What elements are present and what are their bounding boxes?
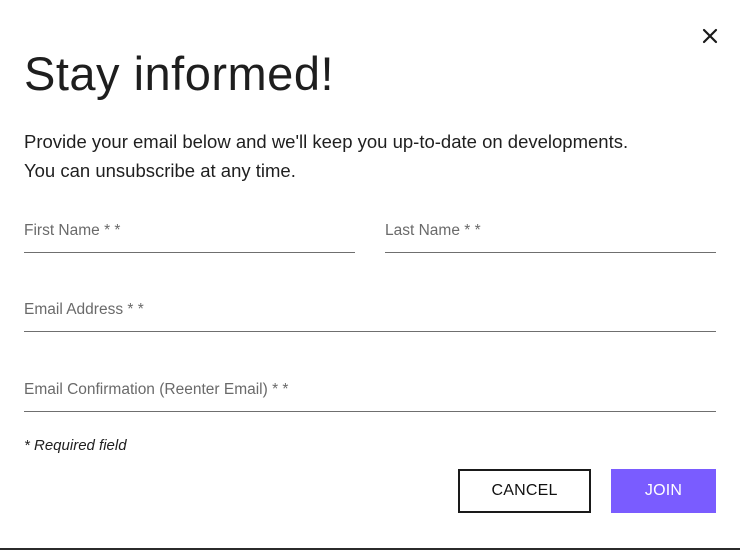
last-name-field-wrapper (385, 211, 716, 253)
cancel-button[interactable]: CANCEL (458, 469, 591, 513)
dialog-title: Stay informed! (24, 47, 335, 100)
email-confirm-input[interactable] (24, 378, 716, 402)
subscribe-dialog: Stay informed! Provide your email below … (0, 0, 740, 550)
first-name-input[interactable] (24, 219, 355, 243)
required-field-note: * Required field (24, 437, 127, 454)
email-confirm-field-wrapper (24, 370, 716, 412)
email-input[interactable] (24, 298, 716, 322)
close-button[interactable] (700, 26, 720, 46)
description-line-2: You can unsubscribe at any time. (24, 160, 296, 181)
join-button[interactable]: JOIN (611, 469, 716, 513)
description-line-1: Provide your email below and we'll keep … (24, 131, 629, 152)
email-field-wrapper (24, 290, 716, 332)
first-name-field-wrapper (24, 211, 355, 253)
dialog-description: Provide your email below and we'll keep … (24, 127, 714, 185)
last-name-input[interactable] (385, 219, 716, 243)
close-icon (702, 28, 718, 44)
